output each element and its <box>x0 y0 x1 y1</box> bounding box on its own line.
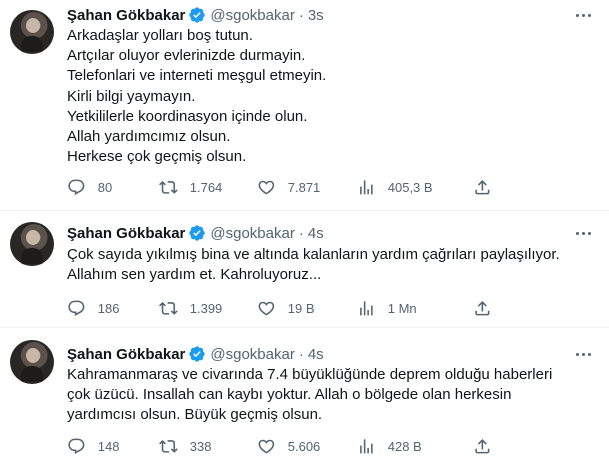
tweet-text-line: Arkadaşlar yolları boş tutun. <box>67 27 253 44</box>
verified-badge-icon <box>189 346 206 362</box>
retweet-count: 1.764 <box>189 179 223 195</box>
tweet[interactable]: Şahan Gökbakar @sgokbakar · 3s Arkadaşla… <box>0 0 609 211</box>
views-button[interactable]: 1 Mn <box>357 298 417 318</box>
reply-icon <box>68 438 85 454</box>
views-chart-icon <box>360 179 373 195</box>
tweet-text-line: Telefonlari ve interneti meşgul etmeyin. <box>67 67 327 85</box>
views-count: 405,3 B <box>387 179 433 195</box>
more-options-icon[interactable] <box>572 5 594 25</box>
author-name[interactable]: Şahan Gökbakar <box>67 346 185 363</box>
views-chart-icon <box>360 300 373 316</box>
separator-dot: · <box>298 345 304 363</box>
tweet-text-line: Kahramanmaraş ve civarında 7.4 büyüklüğü… <box>67 366 553 383</box>
like-button[interactable]: 5.606 <box>257 436 320 456</box>
share-icon <box>475 179 490 195</box>
tweet-text-line: Çok sayıda yıkılmış bina ve altında kala… <box>67 246 560 263</box>
tweet[interactable]: Şahan Gökbakar @sgokbakar · 4s Çok sayıd… <box>0 211 609 328</box>
tweet-text: Çok sayıda yıkılmış bina ve altında kala… <box>67 245 592 285</box>
action-bar: 148 338 5.606 428 B <box>67 436 492 456</box>
share-button[interactable] <box>473 298 492 318</box>
heart-icon <box>258 439 275 454</box>
retweet-button[interactable]: 1.399 <box>159 298 222 318</box>
like-button[interactable]: 19 B <box>257 298 315 318</box>
more-options-icon[interactable] <box>572 344 594 364</box>
reply-count: 148 <box>97 438 120 454</box>
avatar[interactable] <box>10 222 54 266</box>
tweet-header: Şahan Gökbakar @sgokbakar · 3s <box>67 5 324 25</box>
tweet[interactable]: Şahan Gökbakar @sgokbakar · 4s Kahramanm… <box>0 328 609 470</box>
share-icon <box>475 438 490 454</box>
tweet-text-line: Herkese çok geçmiş olsun. <box>67 148 247 166</box>
action-bar: 186 1.399 19 B 1 Mn <box>67 298 492 318</box>
heart-icon <box>258 301 275 316</box>
views-button[interactable]: 405,3 B <box>357 177 433 197</box>
verified-badge-icon <box>189 225 206 241</box>
tweet-text-line: Allah yardımcımız olsun. <box>67 128 231 146</box>
like-count: 19 B <box>287 300 315 316</box>
tweet-text: Arkadaşlar yolları boş tutun. Artçılar o… <box>67 26 592 167</box>
retweet-button[interactable]: 338 <box>159 436 211 456</box>
timestamp[interactable]: 4s <box>308 225 324 242</box>
tweet-header: Şahan Gökbakar @sgokbakar · 4s <box>67 344 324 364</box>
verified-badge-icon <box>189 7 206 23</box>
views-chart-icon <box>360 438 373 454</box>
views-button[interactable]: 428 B <box>357 436 422 456</box>
share-button[interactable] <box>473 436 492 456</box>
author-handle[interactable]: @sgokbakar <box>210 7 294 24</box>
reply-icon <box>68 179 85 195</box>
tweet-text-line: Yetkililerle koordinasyon içinde olun. <box>67 107 308 125</box>
author-name[interactable]: Şahan Gökbakar <box>67 225 185 242</box>
retweet-icon <box>159 301 178 315</box>
share-button[interactable] <box>473 177 492 197</box>
tweet-text-line: çok üzücü. Insallah can kaybı yoktur. Al… <box>67 386 512 404</box>
like-button[interactable]: 7.871 <box>257 177 320 197</box>
tweet-text: Kahramanmaraş ve civarında 7.4 büyüklüğü… <box>67 365 592 426</box>
tweet-text-line: yardımcısı olsun. Büyük geçmiş olsun. <box>67 406 323 424</box>
author-name[interactable]: Şahan Gökbakar <box>67 7 185 24</box>
reply-count: 186 <box>97 300 120 316</box>
retweet-button[interactable]: 1.764 <box>159 177 222 197</box>
more-options-icon[interactable] <box>572 223 594 243</box>
tweet-text-line: Allahım sen yardım et. Kahroluyoruz... <box>67 266 322 284</box>
reply-icon <box>68 300 85 316</box>
reply-count: 80 <box>97 179 113 195</box>
like-count: 5.606 <box>287 438 321 454</box>
action-bar: 80 1.764 7.871 405,3 B <box>67 177 492 197</box>
views-count: 1 Mn <box>387 300 417 316</box>
retweet-count: 1.399 <box>189 300 223 316</box>
tweet-header: Şahan Gökbakar @sgokbakar · 4s <box>67 223 324 243</box>
views-count: 428 B <box>387 438 422 454</box>
retweet-icon <box>159 439 178 453</box>
avatar[interactable] <box>10 340 54 384</box>
retweet-icon <box>159 180 178 194</box>
tweet-text-line: Kirli bilgi yaymayın. <box>67 87 196 105</box>
reply-button[interactable]: 80 <box>67 177 112 197</box>
heart-icon <box>258 180 275 195</box>
author-handle[interactable]: @sgokbakar <box>210 346 294 363</box>
separator-dot: · <box>298 224 304 242</box>
separator-dot: · <box>298 6 304 24</box>
timestamp[interactable]: 4s <box>308 346 324 363</box>
avatar[interactable] <box>10 10 54 54</box>
timestamp[interactable]: 3s <box>308 7 324 24</box>
reply-button[interactable]: 148 <box>67 436 119 456</box>
retweet-count: 338 <box>189 438 212 454</box>
author-handle[interactable]: @sgokbakar <box>210 225 294 242</box>
reply-button[interactable]: 186 <box>67 298 119 318</box>
share-icon <box>475 300 490 316</box>
tweet-text-line: Artçılar oluyor evlerinizde durmayin. <box>67 47 306 65</box>
like-count: 7.871 <box>287 179 321 195</box>
